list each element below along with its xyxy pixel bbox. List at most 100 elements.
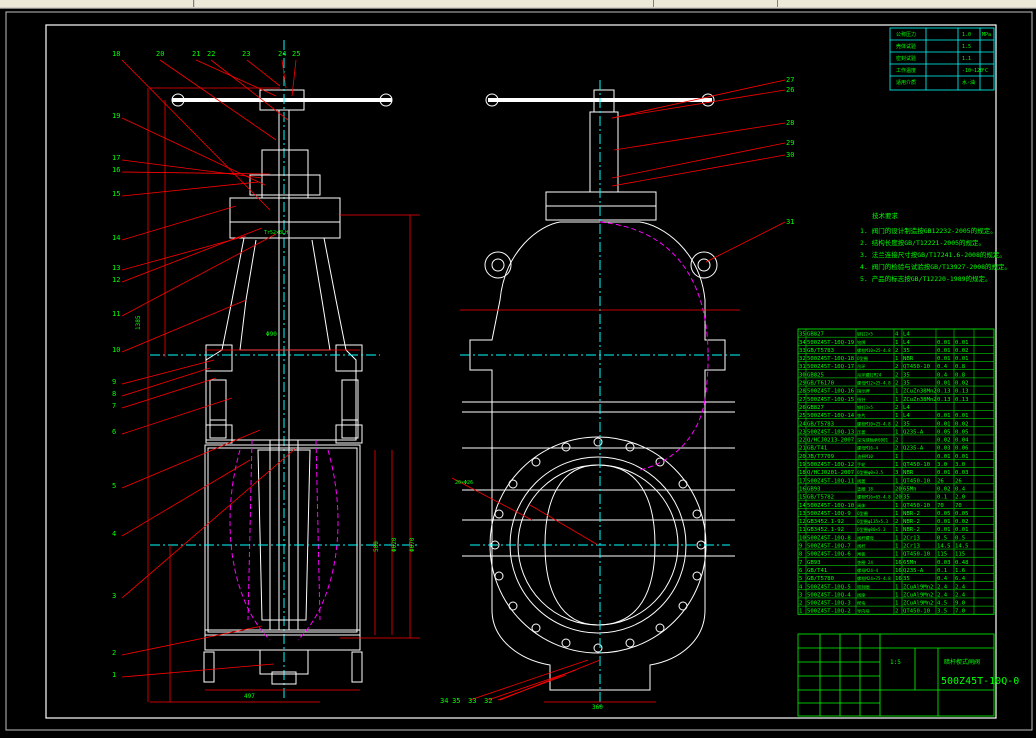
bom-cell: 1 xyxy=(895,413,898,419)
bom-cell: 0.01 xyxy=(955,454,968,460)
bom-cell: 3.0 xyxy=(937,462,947,468)
bom-cell: 0.02 xyxy=(955,381,968,387)
bom-cell: NBR-2 xyxy=(903,511,920,517)
bom-cell: 1 xyxy=(895,527,898,533)
bom-cell: 0.05 xyxy=(937,429,950,435)
bom-cell: 16 xyxy=(895,560,902,566)
bom-cell: 20 xyxy=(799,454,806,460)
bom-cell: 0.01 xyxy=(937,454,950,460)
bom-cell: 2 xyxy=(895,421,898,427)
bom-cell: ZCuZn38Mn2 xyxy=(903,389,937,395)
bom-cell: 2 xyxy=(895,609,898,615)
callout-left-12: 12 xyxy=(112,276,120,284)
bom-cell: 0.01 xyxy=(937,381,950,387)
drawing-scale: 1:5 xyxy=(890,659,901,666)
bom-cell: 2 xyxy=(895,405,898,411)
tech-req-item-1: 1. 阀门的设计制造按GB12232-2005的规定。 xyxy=(860,226,997,235)
bom-cell: 楔块 xyxy=(857,600,866,607)
bom-cell: 26 xyxy=(937,478,944,484)
bom-cell: 500Z45T-10Q-13 xyxy=(807,429,854,435)
bom-cell: O型圈φ135×5.3 xyxy=(857,518,889,525)
bom-cell: 35 xyxy=(903,421,910,427)
bom-cell: 0.03 xyxy=(937,446,950,452)
bom-cell: 16 xyxy=(895,576,902,582)
spec-unit-0: MPa xyxy=(982,32,991,38)
bom-cell: Q235-A xyxy=(903,568,924,574)
bom-cell: 35 xyxy=(903,576,910,582)
callout-right-28: 28 xyxy=(786,119,794,127)
bom-cell: 27 xyxy=(799,397,806,403)
bom-cell: 21 xyxy=(799,446,806,452)
bom-cell: 指示牌 xyxy=(857,388,870,395)
bom-cell: 500Z45T-10Q-12 xyxy=(807,462,854,468)
bom-cell: 0.02 xyxy=(955,348,968,354)
bom-cell: 500Z45T-10Q-14 xyxy=(807,413,855,419)
bom-cell: 阀座 xyxy=(857,591,865,598)
tab-1[interactable] xyxy=(0,0,194,7)
bom-cell: Q235-A xyxy=(903,429,924,435)
bom-cell: 31 xyxy=(799,364,806,370)
spec-value-4: 水·油 xyxy=(962,79,975,86)
bom-cell: 12 xyxy=(799,519,806,525)
bom-row: 12 GB3452.1-92 O型圈φ135×5.3 2 NBR-2 0.01 0.02 xyxy=(799,518,968,525)
callout-left-8: 8 xyxy=(112,390,116,398)
bom-cell: GB827 xyxy=(807,332,824,338)
spec-label-2: 密封试验 xyxy=(896,55,916,62)
callout-left-23: 23 xyxy=(242,50,250,58)
dim-bolt-circle: Φ620 xyxy=(391,537,398,552)
bom-cell: 1 xyxy=(895,544,898,550)
bom-cell: 1 xyxy=(895,389,898,395)
bom-cell: Q/HCJ0201-2007 xyxy=(807,470,854,476)
bom-cell: 螺栓M10×25-4.8 xyxy=(857,347,891,354)
drawing-canvas[interactable]: 497 360 Tr52×8LH Φ90 1385 500 Φ670 Φ620 … xyxy=(0,9,1036,734)
dim-thread: Tr52×8LH xyxy=(264,230,288,236)
bom-cell: 19 xyxy=(799,462,806,468)
bom-cell: QT450-10 xyxy=(903,478,930,484)
callout-left-21: 21 xyxy=(192,50,200,58)
bom-cell: 铆钉2×5 xyxy=(857,331,873,338)
bom-cell: 500Z45T-10Q-15 xyxy=(807,397,854,403)
bom-cell: 16 xyxy=(799,486,806,492)
bom-cell: 22 xyxy=(799,438,806,444)
bom-cell: 0.4 xyxy=(937,364,948,370)
bom-cell: QT450-10 xyxy=(903,609,930,615)
bom-cell: 0.01 xyxy=(955,413,968,419)
tab-6[interactable] xyxy=(778,0,1036,7)
bom-cell: ZCuAl9Mn2 xyxy=(903,584,933,590)
bom-cell: 0.8 xyxy=(955,372,966,378)
dim-overall-length: 497 xyxy=(244,693,255,700)
bom-cell: 0.1 xyxy=(937,568,947,574)
bom-cell: 33 xyxy=(799,348,806,354)
bom-cell: 2 xyxy=(895,519,898,525)
bom-cell: 0.02 xyxy=(937,486,950,492)
bom-cell: 0.5 xyxy=(937,535,947,541)
bom-cell: 0.02 xyxy=(937,438,950,444)
bom-cell: 1 xyxy=(895,462,898,468)
bom-cell: 20 xyxy=(895,486,902,492)
bom-cell: 2 xyxy=(895,438,898,444)
bom-cell: O型圈 xyxy=(857,355,868,362)
bom-cell: GB827 xyxy=(807,405,824,411)
dim-bolt-holes: 20×Φ26 xyxy=(455,480,473,486)
bom-cell: 0.02 xyxy=(955,421,968,427)
tab-3[interactable] xyxy=(358,0,522,7)
bom-cell: JB/T7709 xyxy=(807,454,834,460)
spec-value-2: 1.1 xyxy=(962,56,971,62)
bom-cell: 0.01 xyxy=(937,527,950,533)
part-name: 暗杆楔式闸阀 xyxy=(944,658,980,666)
bom-cell: 10 xyxy=(799,535,806,541)
bom-cell: 14.5 xyxy=(937,544,950,550)
bom-cell: 29 xyxy=(799,381,806,387)
bom-cell: 500Z45T-10Q-9 xyxy=(807,511,851,517)
callout-left-15: 15 xyxy=(112,190,120,198)
tab-2[interactable] xyxy=(195,0,359,7)
bom-cell: 铭牌 xyxy=(857,339,865,346)
spec-unit-3: °C xyxy=(982,68,988,74)
bom-cell: 20 xyxy=(895,495,902,501)
bom-cell: 5 xyxy=(799,576,802,582)
bom-cell: 0.01 xyxy=(937,356,950,362)
bom-cell: GB/T5780 xyxy=(807,576,834,582)
tab-4[interactable] xyxy=(520,0,654,7)
tab-5[interactable] xyxy=(654,0,778,7)
bom-cell: 500Z45T-10Q-3 xyxy=(807,601,851,607)
